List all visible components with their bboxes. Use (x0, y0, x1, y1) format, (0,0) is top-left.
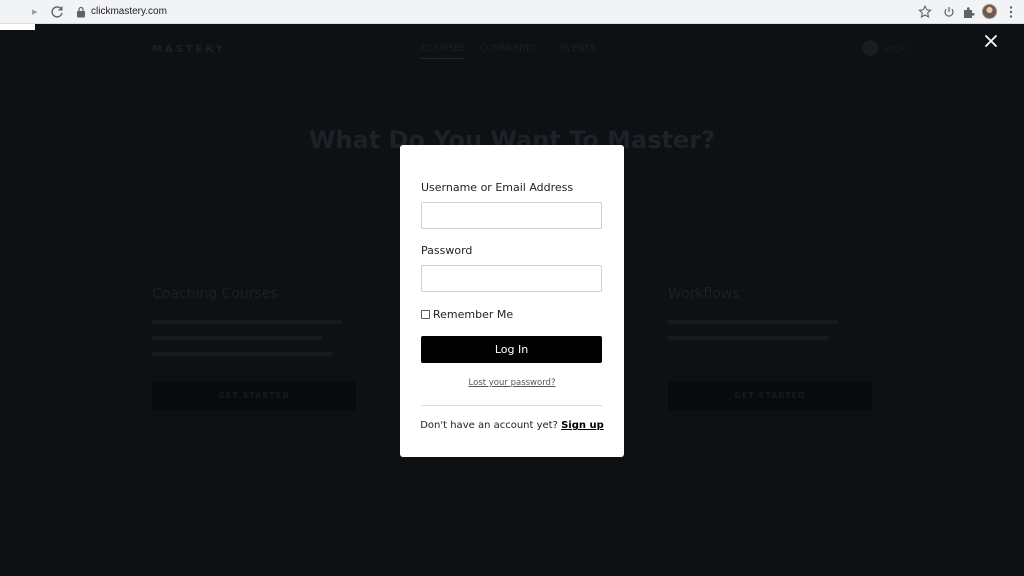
text-line (152, 320, 342, 324)
lost-password-link[interactable]: Lost your password? (400, 378, 624, 388)
remember-me-row[interactable]: Remember Me (421, 308, 513, 321)
nav-item: EVENTS (560, 44, 596, 54)
divider (421, 405, 602, 406)
lock-icon[interactable] (76, 6, 86, 18)
power-icon[interactable] (941, 4, 957, 20)
reload-icon[interactable] (49, 4, 65, 20)
signup-prompt: Don't have an account yet? (420, 420, 558, 431)
star-icon[interactable] (917, 4, 933, 20)
browser-toolbar: ▸ clickmastery.com (0, 0, 1024, 24)
account-label: Login (884, 44, 909, 54)
signup-link[interactable]: Sign up (561, 420, 604, 431)
password-field[interactable] (421, 265, 602, 292)
signup-row: Don't have an account yet? Sign up (400, 420, 624, 431)
nav-item: COMMUNITY (480, 44, 536, 54)
password-label: Password (421, 244, 473, 257)
text-line (668, 336, 828, 340)
username-field[interactable] (421, 202, 602, 229)
remember-me-label[interactable]: Remember Me (433, 308, 513, 321)
site-logo: MASTERY (152, 44, 226, 55)
close-icon[interactable] (984, 34, 998, 48)
text-line (668, 320, 838, 324)
background-button: GET STARTED (668, 382, 872, 410)
username-label: Username or Email Address (421, 181, 574, 194)
text-line (152, 352, 332, 356)
login-modal: Username or Email Address Password Remem… (400, 145, 624, 457)
login-button[interactable]: Log In (421, 336, 602, 363)
right-column-title: Workflows (668, 286, 740, 302)
puzzle-icon[interactable] (961, 4, 977, 20)
avatar[interactable] (982, 4, 997, 19)
address-bar-url[interactable]: clickmastery.com (91, 5, 167, 19)
text-line (152, 336, 322, 340)
left-column-title: Coaching Courses (152, 286, 278, 302)
background-button: GET STARTED (152, 382, 356, 410)
remember-me-checkbox[interactable] (421, 310, 430, 319)
forward-arrow-icon[interactable]: ▸ (32, 4, 38, 20)
nav-active-indicator (420, 58, 464, 59)
account-icon (862, 40, 878, 56)
nav-item: COURSES (422, 44, 466, 54)
kebab-menu-icon[interactable] (1003, 4, 1019, 20)
